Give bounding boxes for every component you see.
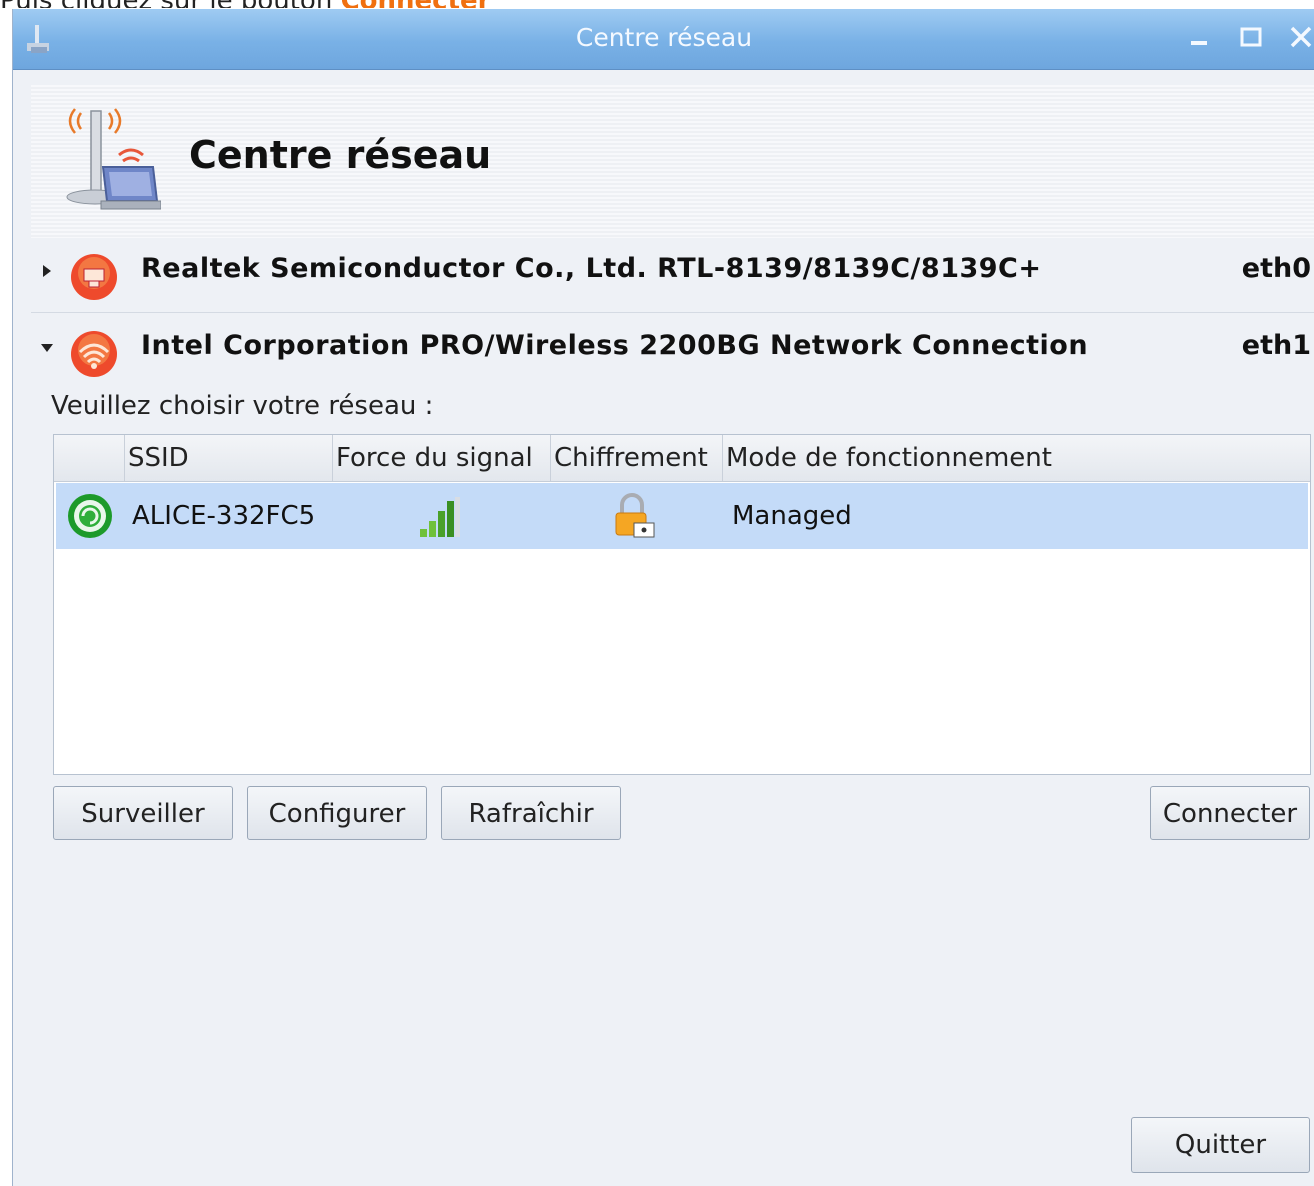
title-bar[interactable]: Centre réseau (13, 9, 1314, 70)
network-ssid: ALICE-332FC5 (132, 501, 316, 531)
lock-icon (615, 493, 655, 538)
divider (31, 312, 1314, 313)
interface-row-eth1[interactable]: Intel Corporation PRO/Wireless 2200BG Ne… (31, 318, 1314, 384)
wifi-network-icon (68, 494, 112, 538)
close-icon[interactable] (1287, 23, 1314, 53)
header-banner: Centre réseau (31, 85, 1314, 238)
network-mode: Managed (732, 501, 852, 531)
expander-collapsed-icon[interactable] (39, 263, 55, 279)
interface-name: Realtek Semiconductor Co., Ltd. RTL-8139… (141, 253, 1042, 284)
configure-button[interactable]: Configurer (247, 786, 427, 840)
interface-device: eth1 (1241, 330, 1311, 361)
column-header-encryption[interactable]: Chiffrement (550, 435, 722, 481)
table-header: SSID Force du signal Chiffrement Mode de… (54, 435, 1310, 482)
interface-name: Intel Corporation PRO/Wireless 2200BG Ne… (141, 330, 1089, 361)
minimize-icon[interactable] (1187, 23, 1217, 53)
window-title: Centre réseau (575, 23, 753, 52)
instruction-caption: Puis cliquez sur le bouton Connecter (0, 0, 1314, 8)
wireless-icon (71, 331, 117, 377)
column-header-mode[interactable]: Mode de fonctionnement (722, 435, 1310, 481)
network-prompt: Veuillez choisir votre réseau : (51, 391, 434, 421)
network-center-icon (66, 108, 161, 210)
interface-row-eth0[interactable]: Realtek Semiconductor Co., Ltd. RTL-8139… (31, 241, 1314, 307)
network-list[interactable]: SSID Force du signal Chiffrement Mode de… (53, 434, 1311, 775)
signal-strength-icon (420, 497, 460, 537)
ethernet-icon (71, 254, 117, 300)
connect-button[interactable]: Connecter (1150, 786, 1310, 840)
interface-device: eth0 (1241, 253, 1311, 284)
page-title: Centre réseau (189, 133, 492, 177)
column-header-signal[interactable]: Force du signal (332, 435, 550, 481)
column-header-icon[interactable] (54, 435, 124, 481)
table-row[interactable]: ALICE-332FC5 Managed (56, 483, 1308, 549)
caption-highlight: Connecter (341, 0, 491, 8)
column-header-ssid[interactable]: SSID (124, 435, 332, 481)
monitor-button[interactable]: Surveiller (53, 786, 233, 840)
maximize-icon[interactable] (1237, 23, 1267, 53)
expander-expanded-icon[interactable] (39, 340, 55, 356)
quit-button[interactable]: Quitter (1131, 1117, 1310, 1173)
caption-prefix: Puis cliquez sur le bouton (0, 0, 341, 8)
refresh-button[interactable]: Rafraîchir (441, 786, 621, 840)
network-center-window: Centre réseau Centre réseau Realtek Semi… (12, 9, 1314, 1186)
